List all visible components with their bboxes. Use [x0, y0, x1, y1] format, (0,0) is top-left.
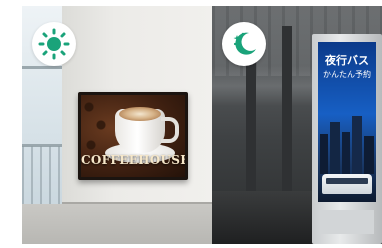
daytime-scene: COFFEEHOUSE — [22, 6, 212, 244]
latte-art — [119, 107, 161, 121]
day-mode-badge — [32, 22, 76, 66]
coffee-advertisement: COFFEEHOUSE — [81, 95, 185, 177]
bus — [322, 174, 372, 194]
coffeehouse-label: COFFEEHOUSE — [81, 153, 185, 167]
signage-comparison-image: COFFEEHOUSE 夜行バス かんたん予約 — [22, 6, 382, 244]
digital-signage-kiosk: 夜行バス かんたん予約 — [312, 34, 382, 244]
ad-subtitle: かんたん予約 — [323, 70, 371, 79]
night-mode-badge — [222, 22, 266, 66]
kiosk-base — [320, 210, 374, 234]
night-bus-advertisement: 夜行バス かんたん予約 — [318, 42, 376, 202]
moon-stars-icon — [233, 32, 256, 55]
city-skyline — [318, 114, 376, 174]
wall-mounted-display: COFFEEHOUSE — [78, 92, 188, 180]
floor — [22, 204, 212, 244]
ad-title: 夜行バス — [325, 54, 369, 67]
nighttime-scene: 夜行バス かんたん予約 — [212, 6, 382, 244]
sun-icon — [38, 28, 70, 60]
